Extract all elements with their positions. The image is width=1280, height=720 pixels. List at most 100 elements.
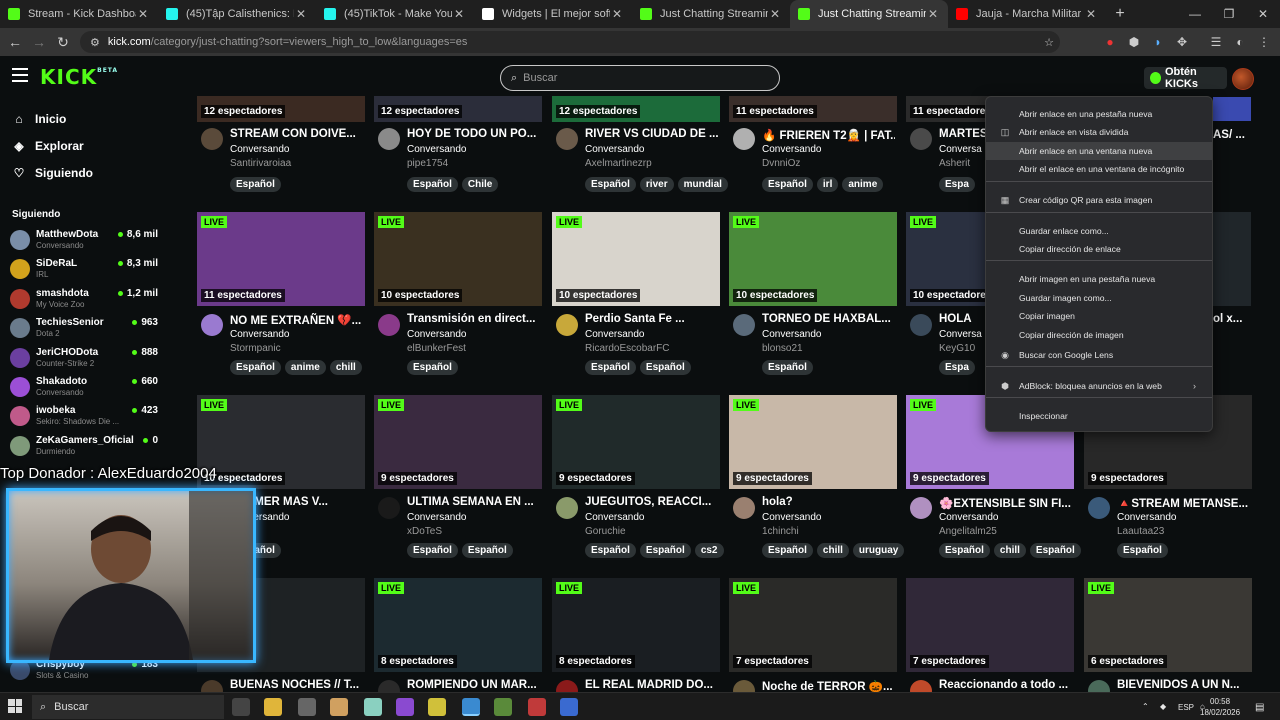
task-view-icon[interactable] xyxy=(232,698,250,716)
stream-channel[interactable]: KeyG10 xyxy=(939,343,975,354)
tag-pill[interactable]: Español xyxy=(762,360,813,375)
stream-thumbnail[interactable]: LIVE 9 espectadores xyxy=(552,395,720,489)
stream-category[interactable]: Conversando xyxy=(407,144,466,155)
context-menu-item[interactable]: Guardar imagen como... xyxy=(986,289,1212,307)
stream-title[interactable]: NO ME EXTRAÑEN 💔... xyxy=(230,313,363,327)
card-thumbnail-partial[interactable] xyxy=(1213,97,1251,121)
context-menu-item[interactable]: Copiar dirección de imagen xyxy=(986,326,1212,344)
tag-pill[interactable]: Español xyxy=(585,360,636,375)
close-window-icon[interactable]: ✕ xyxy=(1246,0,1280,28)
tag-pill[interactable]: Español xyxy=(407,177,458,192)
context-menu-item[interactable]: Abrir enlace en una ventana nueva xyxy=(986,142,1212,160)
stream-title[interactable]: BIEVENIDOS A UN N... xyxy=(1117,679,1250,691)
app-icon[interactable] xyxy=(494,698,512,716)
stream-thumbnail[interactable]: 11 espectadores xyxy=(729,96,897,122)
reload-icon[interactable]: ↻ xyxy=(50,29,76,55)
browser-tab[interactable]: Just Chatting Streaming - Live✕ xyxy=(632,0,790,28)
user-avatar[interactable] xyxy=(1232,68,1254,90)
card-thumbnail-partial[interactable] xyxy=(1213,212,1251,306)
stream-channel[interactable]: elBunkerFest xyxy=(407,343,466,354)
browser-tab[interactable]: (45)Tập Calisthenics: Hướng Dẫ✕ xyxy=(158,0,316,28)
stream-thumbnail[interactable]: LIVE 10 espectadores xyxy=(197,395,365,489)
tag-pill[interactable]: Espa xyxy=(939,177,975,192)
stream-title[interactable]: Transmisión en direct... xyxy=(407,313,540,325)
channel-avatar[interactable] xyxy=(378,497,400,519)
stream-category[interactable]: Conversando xyxy=(585,512,644,523)
tag-pill[interactable]: mundial xyxy=(677,177,728,192)
tag-pill[interactable]: Español xyxy=(230,177,281,192)
stream-title[interactable]: BUENAS NOCHES // T... xyxy=(230,679,363,691)
stream-channel[interactable]: RicardoEscobarFC xyxy=(585,343,669,354)
stream-thumbnail[interactable]: 7 espectadores xyxy=(906,578,1074,672)
stream-channel[interactable]: Axelmartinezrp xyxy=(585,158,652,169)
channel-avatar[interactable] xyxy=(378,128,400,150)
reading-list-icon[interactable]: ☰ xyxy=(1206,32,1226,52)
extension-icon[interactable]: ● xyxy=(1100,32,1120,52)
followed-channel[interactable]: ZeKaGamers_Oficial Durmiendo 0 xyxy=(10,433,166,459)
address-bar[interactable]: ⚙ kick.com/category/just-chatting?sort=v… xyxy=(80,31,1060,53)
tag-pill[interactable]: Español xyxy=(461,543,513,558)
stream-title[interactable]: Perdio Santa Fe ... xyxy=(585,313,718,325)
stream-thumbnail[interactable]: LIVE 9 espectadores xyxy=(374,395,542,489)
stream-thumbnail[interactable]: LIVE 8 espectadores xyxy=(374,578,542,672)
stream-thumbnail[interactable]: LIVE 6 espectadores xyxy=(1084,578,1252,672)
stream-channel[interactable]: blonso21 xyxy=(762,343,803,354)
notification-icon[interactable]: ▤ xyxy=(1255,702,1264,713)
maximize-icon[interactable]: ❐ xyxy=(1212,0,1246,28)
stream-category[interactable]: Conversando xyxy=(230,144,289,155)
tag-pill[interactable]: chill xyxy=(329,360,362,375)
context-menu-item[interactable]: Abrir enlace en una pestaña nueva xyxy=(986,105,1212,123)
new-tab-icon[interactable]: + xyxy=(1106,0,1134,28)
stream-channel[interactable]: Stormpanic xyxy=(230,343,281,354)
channel-avatar[interactable] xyxy=(201,128,223,150)
browser-tab[interactable]: Widgets | El mejor software pa✕ xyxy=(474,0,632,28)
channel-avatar[interactable] xyxy=(733,497,755,519)
stream-category[interactable]: Conversando xyxy=(1117,512,1176,523)
stream-title[interactable]: 🔥 FRIEREN T2🧝 | FAT... xyxy=(762,128,895,142)
channel-avatar[interactable] xyxy=(733,314,755,336)
channel-avatar[interactable] xyxy=(201,314,223,336)
app-icon[interactable] xyxy=(364,698,382,716)
tag-pill[interactable]: river xyxy=(639,177,674,192)
close-tab-icon[interactable]: ✕ xyxy=(294,7,308,21)
followed-channel[interactable]: TechiesSenior Dota 2 963 xyxy=(10,315,166,341)
stream-title[interactable]: ROMPIENDO UN MAR... xyxy=(407,679,540,691)
tray-chevron-icon[interactable]: ⌃ xyxy=(1142,702,1149,711)
tag-pill[interactable]: anime xyxy=(842,177,884,192)
stream-title[interactable]: ÚLTIMA SEMANA EN ... xyxy=(407,496,540,508)
tag-pill[interactable]: Español xyxy=(1117,543,1168,558)
stream-thumbnail[interactable]: LIVE 11 espectadores xyxy=(197,212,365,306)
stream-thumbnail[interactable]: LIVE 9 espectadores xyxy=(729,395,897,489)
followed-channel[interactable]: iwobeka Sekiro: Shadows Die ... 423 xyxy=(10,403,166,429)
followed-channel[interactable]: SiDeRaL IRL 8,3 mil xyxy=(10,256,166,282)
stream-channel[interactable]: DvnniOz xyxy=(762,158,800,169)
tag-pill[interactable]: Español xyxy=(639,360,691,375)
followed-channel[interactable]: smashdota My Voice Zoo 1,2 mil xyxy=(10,286,166,312)
app-icon[interactable] xyxy=(428,698,446,716)
stream-category[interactable]: Conversando xyxy=(762,144,821,155)
context-menu-item[interactable]: Copiar dirección de enlace xyxy=(986,240,1212,258)
followed-channel[interactable]: JeriCHODota Counter-Strike 2 888 xyxy=(10,345,166,371)
clock-date[interactable]: 18/02/2026 xyxy=(1200,708,1240,717)
tag-pill[interactable]: Español xyxy=(762,177,813,192)
stream-title[interactable]: 🌸EXTENSIBLE SIN FI... xyxy=(939,496,1072,510)
stream-thumbnail[interactable]: 12 espectadores xyxy=(552,96,720,122)
stream-thumbnail[interactable]: LIVE 10 espectadores xyxy=(729,212,897,306)
stream-channel[interactable]: Asherit xyxy=(939,158,970,169)
stream-title[interactable]: RIVER VS CIUDAD DE ... xyxy=(585,128,718,140)
browser-tab[interactable]: (45)TikTok - Make Your Day✕ xyxy=(316,0,474,28)
tag-pill[interactable]: cs2 xyxy=(694,543,724,558)
stream-title[interactable]: Reaccionando a todo ... xyxy=(939,679,1072,691)
forward-icon[interactable]: → xyxy=(26,29,52,55)
stream-title[interactable]: STREAM CON DOIVE... xyxy=(230,128,363,140)
context-menu-item[interactable]: ◉ Buscar con Google Lens xyxy=(986,346,1212,364)
extension-icon[interactable]: ◗ xyxy=(1148,32,1168,52)
search-input[interactable]: ⌕ Buscar xyxy=(500,65,780,91)
channel-avatar[interactable] xyxy=(910,128,932,150)
stream-category[interactable]: Conversando xyxy=(407,512,466,523)
context-menu-item[interactable]: ⬢ AdBlock: bloquea anuncios en la web › xyxy=(986,377,1212,395)
tag-pill[interactable]: Español xyxy=(407,543,458,558)
stream-category[interactable]: Conversando xyxy=(407,329,466,340)
windows-start-icon[interactable] xyxy=(8,699,22,713)
channel-avatar[interactable] xyxy=(910,497,932,519)
